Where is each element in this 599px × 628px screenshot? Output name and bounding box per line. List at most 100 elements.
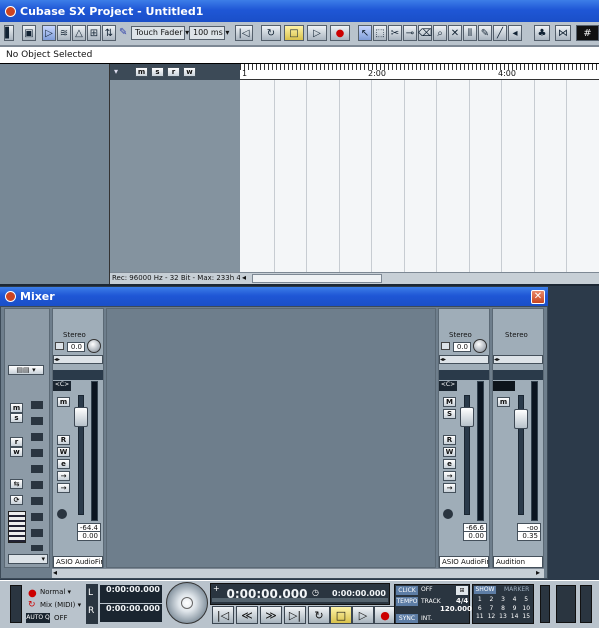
record-button[interactable]: ●: [374, 606, 396, 624]
marker-1[interactable]: 1: [474, 596, 486, 605]
channel-2-pan-knob[interactable]: [473, 339, 487, 353]
mixer-common-dropdown[interactable]: ▾: [8, 554, 48, 564]
channel-3-monitor-button[interactable]: m: [497, 397, 510, 407]
channel-2-insert-icon[interactable]: [441, 342, 450, 350]
inspector-toggle-button[interactable]: ▣: [22, 25, 36, 41]
marker-9[interactable]: 9: [509, 605, 521, 614]
tempo-track-icon[interactable]: ⊞: [456, 586, 468, 595]
channel-1-fader[interactable]: [74, 407, 88, 427]
marker-12[interactable]: 12: [486, 613, 498, 622]
split-tool[interactable]: ✂: [388, 25, 402, 41]
common-copy-button[interactable]: ⇆: [10, 479, 23, 489]
sync-button[interactable]: SYNC: [396, 614, 418, 623]
event-display[interactable]: [240, 80, 599, 272]
channel-1-pan-knob[interactable]: [87, 339, 101, 353]
mixer-scroll-right-icon[interactable]: ▸: [536, 568, 540, 577]
goto-end-button[interactable]: ▷|: [284, 606, 306, 624]
timeline-ruler[interactable]: 1 2:00 4:00: [240, 64, 599, 80]
info-line-toggle-button[interactable]: ▌: [4, 25, 14, 41]
channel-2-read-button[interactable]: R: [443, 435, 456, 445]
marker-6[interactable]: 6: [474, 605, 486, 614]
channel-1-fader-readout[interactable]: 0.00: [77, 531, 101, 541]
jog-wheel[interactable]: [166, 582, 208, 624]
channel-2-fader-readout[interactable]: 0.00: [463, 531, 487, 541]
marker-5[interactable]: 5: [520, 596, 532, 605]
channel-1-input-select[interactable]: ◂▸: [53, 355, 103, 364]
output-level-fader[interactable]: [556, 585, 576, 623]
channel-2-pan-value[interactable]: 0.0: [453, 342, 471, 352]
channel-2-routing-display[interactable]: [439, 370, 489, 380]
channel-2-bypass-eq[interactable]: →: [443, 483, 456, 493]
common-write-all-button[interactable]: w: [10, 447, 23, 457]
channel-2-input-select[interactable]: ◂▸: [439, 355, 489, 364]
glue-tool[interactable]: ⊸: [403, 25, 417, 41]
marker-3[interactable]: 3: [497, 596, 509, 605]
channel-3-routing-tag[interactable]: [493, 381, 515, 391]
toolbar-record-button[interactable]: ●: [330, 25, 350, 41]
right-locator-icon[interactable]: R: [88, 606, 94, 616]
timewarp-tool[interactable]: ⫴: [463, 25, 477, 41]
channel-3-input-select[interactable]: ◂▸: [493, 355, 543, 364]
channel-2-write-button[interactable]: W: [443, 447, 456, 457]
channel-1-pan-value[interactable]: 0.0: [67, 342, 85, 352]
channel-1-output[interactable]: ASIO AudioFir: [53, 556, 103, 568]
tracklist-menu-icon[interactable]: ▾: [114, 67, 118, 76]
channel-2-solo-button[interactable]: S: [443, 409, 456, 419]
track-list[interactable]: [110, 80, 240, 272]
common-reset-button[interactable]: ⟳: [10, 495, 23, 505]
quantize-button[interactable]: ⊞: [87, 25, 101, 41]
marker-10[interactable]: 10: [520, 605, 532, 614]
rewind-button[interactable]: ≪: [236, 606, 258, 624]
marker-7[interactable]: 7: [486, 605, 498, 614]
channel-1-fx-icon[interactable]: [57, 509, 67, 519]
channel-1-monitor-button[interactable]: m: [57, 397, 70, 407]
channel-3-output[interactable]: Audition: [493, 556, 543, 568]
toolbar-cycle-button[interactable]: ↻: [261, 25, 281, 41]
fast-forward-button[interactable]: ≫: [260, 606, 282, 624]
range-tool[interactable]: ⬚: [373, 25, 387, 41]
show-markers-button[interactable]: SHOW: [474, 586, 496, 594]
time-plus-icon[interactable]: +: [213, 584, 220, 593]
channel-2-output[interactable]: ASIO AudioFir: [439, 556, 489, 568]
channel-2-edit-button[interactable]: e: [443, 459, 456, 469]
toolbar-stop-button[interactable]: □: [284, 25, 304, 41]
grid-button[interactable]: △: [72, 25, 86, 41]
auto-quantize-button[interactable]: AUTO Q: [26, 613, 50, 623]
channel-1-edit-button[interactable]: e: [57, 459, 70, 469]
channel-2-routing-tag[interactable]: <C>: [439, 381, 457, 391]
channel-1-bypass-eq[interactable]: →: [57, 483, 70, 493]
channel-3-fader[interactable]: [514, 409, 528, 429]
mixer-settings-button[interactable]: ▤▤ ▾: [8, 365, 44, 375]
draw-tool[interactable]: ✎: [478, 25, 492, 41]
channel-1-read-button[interactable]: R: [57, 435, 70, 445]
click-button[interactable]: CLICK: [396, 586, 418, 595]
mute-tool[interactable]: ✕: [448, 25, 462, 41]
nudge-select[interactable]: 100 ms ▾: [189, 26, 229, 40]
channel-2-mute-button[interactable]: M: [443, 397, 456, 407]
channel-2-fader[interactable]: [460, 407, 474, 427]
stop-button[interactable]: □: [330, 606, 352, 624]
project-horizontal-scrollbar[interactable]: ◂: [240, 272, 599, 284]
goto-start-button[interactable]: |◁: [235, 25, 253, 41]
scroll-left-icon[interactable]: ◂: [242, 273, 246, 282]
record-mode-select[interactable]: Normal ▾: [40, 587, 82, 597]
play-button[interactable]: ▷: [352, 606, 374, 624]
tempo-button[interactable]: TEMPO: [396, 597, 418, 606]
snap-to-zero-button[interactable]: ⋈: [555, 25, 571, 41]
channel-2-bypass-insert[interactable]: →: [443, 471, 456, 481]
grid-type-button[interactable]: #: [576, 25, 599, 41]
channel-type-filter[interactable]: [8, 511, 26, 543]
global-mute-button[interactable]: m: [135, 67, 148, 77]
cycle-follow-button[interactable]: ⇅: [102, 25, 116, 41]
global-solo-button[interactable]: s: [151, 67, 164, 77]
common-solo-all-button[interactable]: s: [10, 413, 23, 423]
marker-11[interactable]: 11: [474, 613, 486, 622]
marker-2[interactable]: 2: [486, 596, 498, 605]
marker-4[interactable]: 4: [509, 596, 521, 605]
project-title-bar[interactable]: Cubase SX Project - Untitled1: [0, 0, 599, 22]
cycle-record-mode-select[interactable]: Mix (MIDI) ▾: [40, 600, 82, 610]
view-options-icons[interactable]: [31, 401, 43, 551]
marker-14[interactable]: 14: [509, 613, 521, 622]
channel-1-insert-icon[interactable]: [55, 342, 64, 350]
project-scroll-thumb[interactable]: [252, 274, 382, 283]
